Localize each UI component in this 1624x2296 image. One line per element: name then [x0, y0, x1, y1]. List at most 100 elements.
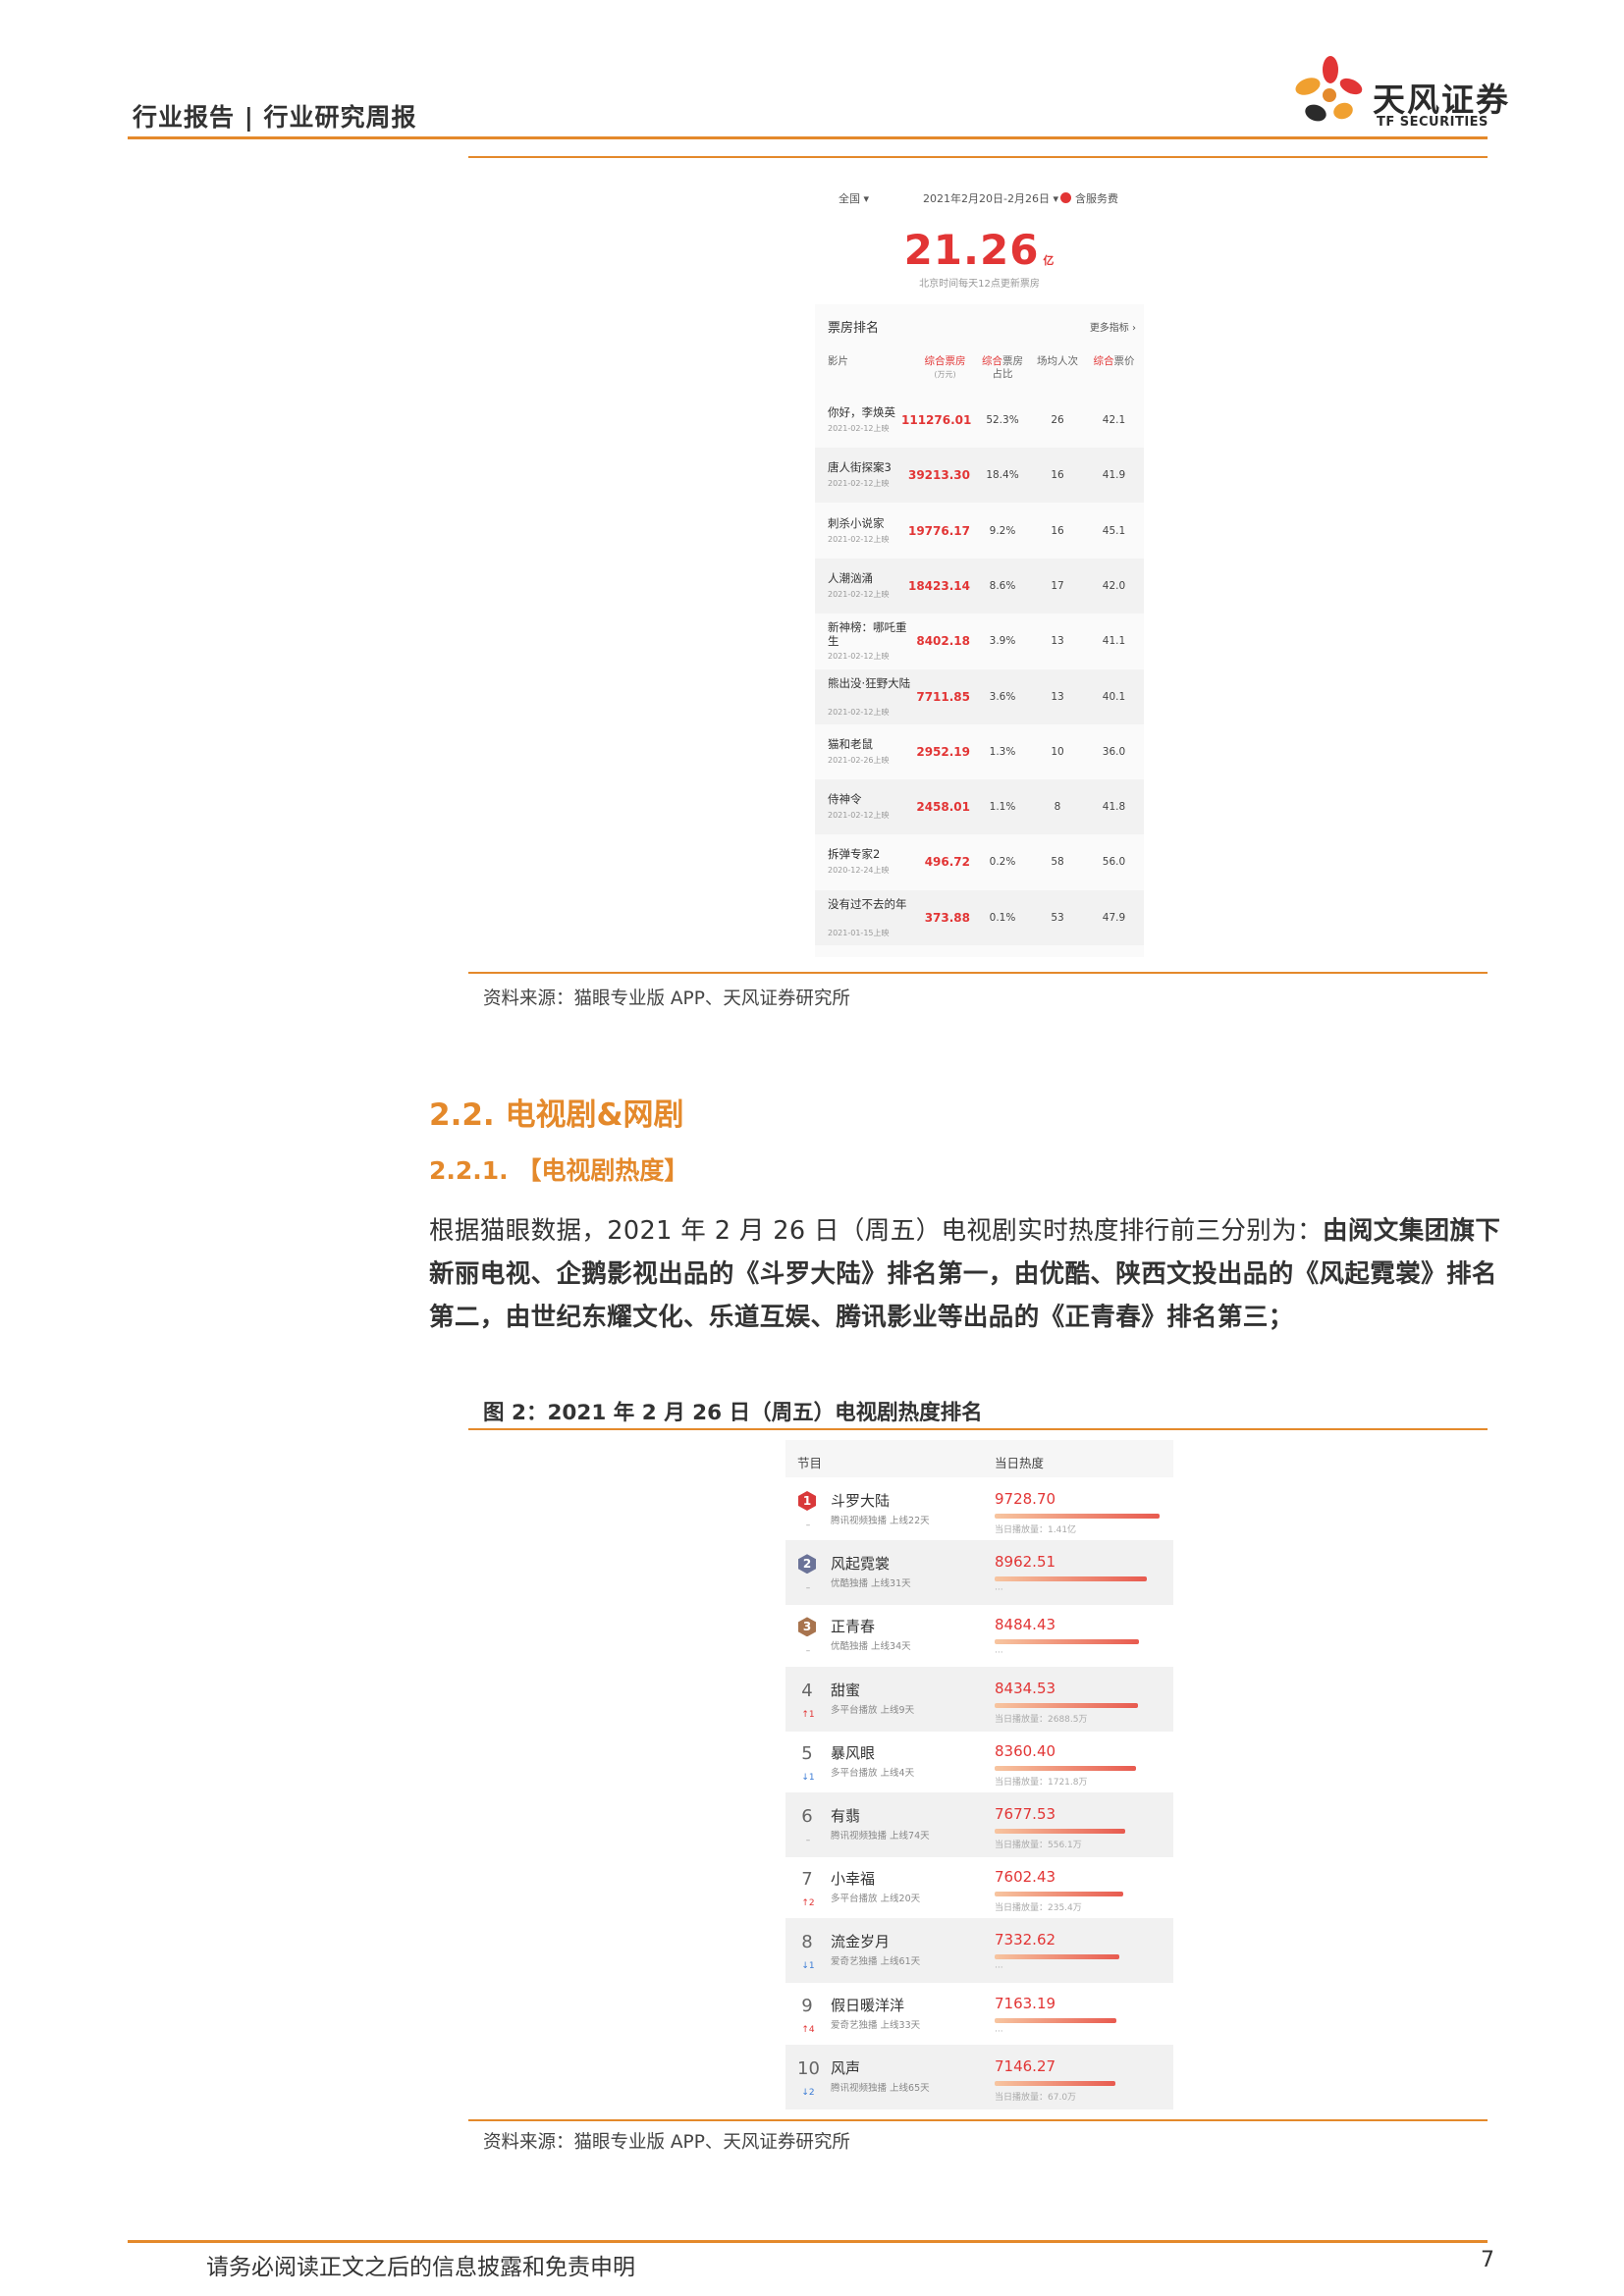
- heat-bar: [995, 1954, 1119, 1960]
- daily-views: 当日播放量：1721.8万: [995, 1777, 1088, 1788]
- col-price-red: 综合: [1093, 355, 1114, 367]
- daily-views: ···: [995, 1648, 1003, 1659]
- release-date: 2021-02-12上映: [828, 534, 890, 544]
- rank-number: 8: [801, 1932, 813, 1953]
- heat-value: 8962.51: [995, 1553, 1056, 1572]
- film-name: 唐人街探案3: [828, 460, 892, 475]
- gross-value: 7711.85: [916, 689, 970, 704]
- tv-heat-screenshot: 节目 当日热度 1 – 斗罗大陆 腾讯视频独播 上线22天 9728.70 当日播放量：1…: [785, 1440, 1173, 2109]
- release-date: 2021-02-12上映: [828, 652, 890, 662]
- film-name: 新神榜：哪吒重生: [828, 620, 907, 649]
- show-meta: 腾讯视频独播 上线22天: [831, 1516, 930, 1526]
- table-row: 2 – 风起霓裳 优酷独播 上线31天 8962.51 ···: [785, 1540, 1173, 1606]
- show-name: 风声: [831, 2058, 861, 2077]
- tv-table-header: 节目 当日热度: [785, 1440, 1173, 1477]
- heat-bar: [995, 2017, 1116, 2023]
- rank-number: 7: [801, 1869, 813, 1891]
- release-date: 2021-02-12上映: [828, 811, 890, 821]
- show-name: 甜蜜: [831, 1681, 861, 1699]
- release-date: 2021-02-12上映: [828, 424, 890, 433]
- film-name: 没有过不去的年: [828, 896, 907, 911]
- price-value: 47.9: [1102, 911, 1126, 924]
- film-name: 人潮汹涌: [828, 570, 873, 585]
- rank-number: 6: [801, 1806, 813, 1827]
- share-value: 3.6%: [989, 690, 1016, 703]
- col-share: 综合票房占比: [977, 355, 1028, 381]
- price-value: 36.0: [1102, 745, 1126, 758]
- avg-people-value: 53: [1051, 911, 1064, 924]
- release-date: 2021-02-12上映: [828, 589, 890, 599]
- table-row: 猫和老鼠 2021-02-26上映 2952.19 1.3% 10 36.0: [815, 724, 1144, 779]
- release-date: 2021-02-12上映: [828, 479, 890, 489]
- col-film: 影片: [828, 355, 848, 367]
- figure2-title: 图 2：2021 年 2 月 26 日（周五）电视剧热度排名: [483, 1401, 983, 1425]
- share-value: 9.2%: [989, 524, 1016, 537]
- table-row: 3 – 正青春 优酷独播 上线34天 8484.43 ···: [785, 1603, 1173, 1668]
- daily-views: ···: [995, 1585, 1003, 1596]
- avg-people-value: 13: [1051, 635, 1064, 648]
- subsection-heading: 2.2.1. 【电视剧热度】: [429, 1156, 689, 1185]
- gross-value: 2458.01: [916, 800, 970, 815]
- avg-people-value: 26: [1051, 414, 1064, 426]
- ranking-panel: 票房排名 更多指标 › 影片 综合票房 (万元) 综合票房占比 场均人次 综合票价…: [815, 304, 1144, 957]
- show-meta: 爱奇艺独播 上线61天: [831, 1956, 921, 1968]
- show-meta: 爱奇艺独播 上线33天: [831, 2019, 921, 2031]
- rank-badge-icon: 3: [798, 1617, 816, 1637]
- avg-people-value: 17: [1051, 579, 1064, 592]
- rank-number: 10: [797, 2057, 820, 2079]
- col-price-label: 票价: [1113, 355, 1135, 367]
- release-date: 2021-01-15上映: [828, 928, 890, 937]
- heat-value: 8360.40: [995, 1741, 1056, 1760]
- table-row: 4 ↑1 甜蜜 多平台播放 上线9天 8434.53 当日播放量：2688.5万: [785, 1666, 1173, 1732]
- heat-bar: [995, 1576, 1147, 1582]
- figure1-top-rule: [468, 156, 1488, 158]
- show-meta: 多平台播放 上线4天: [831, 1767, 915, 1779]
- service-fee-toggle: 含服务费: [1060, 190, 1118, 206]
- table-row: 人潮汹涌 2021-02-12上映 18423.14 8.6% 17 42.0: [815, 558, 1144, 614]
- region-label: 全国: [839, 192, 860, 205]
- rank-change: ↑4: [801, 2024, 815, 2035]
- heat-bar: [995, 1892, 1124, 1897]
- gross-value: 19776.17: [907, 523, 970, 538]
- petal-logo-icon: [1295, 56, 1363, 122]
- share-value: 18.4%: [986, 469, 1019, 482]
- heat-bar: [995, 1702, 1138, 1708]
- heat-value: 9728.70: [995, 1490, 1056, 1508]
- heat-value: 7677.53: [995, 1805, 1056, 1823]
- rank-change: –: [805, 1836, 811, 1845]
- daily-views: ···: [995, 1963, 1003, 1974]
- rank-change: ↓2: [801, 2087, 815, 2098]
- avg-people-value: 16: [1051, 469, 1064, 482]
- check-icon: [1060, 192, 1071, 203]
- gross-value: 373.88: [924, 910, 970, 925]
- rank-change: ↑2: [801, 1898, 815, 1909]
- avg-people-value: 8: [1054, 801, 1061, 814]
- gross-value: 8402.18: [916, 634, 970, 649]
- gross-value: 39213.30: [907, 468, 970, 483]
- date-select: 2021年2月20日-2月26日 ▾: [923, 192, 1058, 205]
- daily-views: 当日播放量：235.4万: [995, 1903, 1082, 1914]
- figure1-bottom-rule: [468, 972, 1488, 974]
- col-gross-unit: (万元): [934, 370, 956, 379]
- page-number: 7: [1481, 2248, 1494, 2272]
- gross-value: 111276.01: [901, 413, 972, 427]
- box-office-screenshot: 全国 ▾ 2021年2月20日-2月26日 ▾ 含服务费 21.26 亿 北京时间…: [815, 177, 1144, 957]
- rank-change: –: [805, 1521, 811, 1530]
- show-name: 正青春: [831, 1618, 876, 1636]
- share-value: 1.1%: [989, 801, 1016, 814]
- table-row: 8 ↓1 流金岁月 爱奇艺独播 上线61天 7332.62 ···: [785, 1918, 1173, 1984]
- table-row: 你好，李焕英 2021-02-12上映 111276.01 52.3% 26 42.1: [815, 393, 1144, 448]
- daily-views: 当日播放量：67.0万: [995, 2092, 1077, 2103]
- price-value: 42.0: [1102, 579, 1126, 592]
- table-row: 5 ↓1 暴风眼 多平台播放 上线4天 8360.40 当日播放量：1721.8万: [785, 1730, 1173, 1794]
- logo-text-en: TF SECURITIES: [1377, 115, 1489, 130]
- rank-change: ↓1: [801, 1961, 815, 1972]
- daily-views: 当日播放量：556.1万: [995, 1841, 1082, 1850]
- price-value: 40.1: [1102, 690, 1126, 703]
- show-name: 暴风眼: [831, 1743, 876, 1762]
- avg-people-value: 10: [1051, 745, 1064, 758]
- heat-value: 8484.43: [995, 1616, 1056, 1634]
- show-meta: 多平台播放 上线9天: [831, 1704, 915, 1716]
- table-row: 唐人街探案3 2021-02-12上映 39213.30 18.4% 16 41.9: [815, 448, 1144, 504]
- daily-views: 当日播放量：2688.5万: [995, 1714, 1088, 1725]
